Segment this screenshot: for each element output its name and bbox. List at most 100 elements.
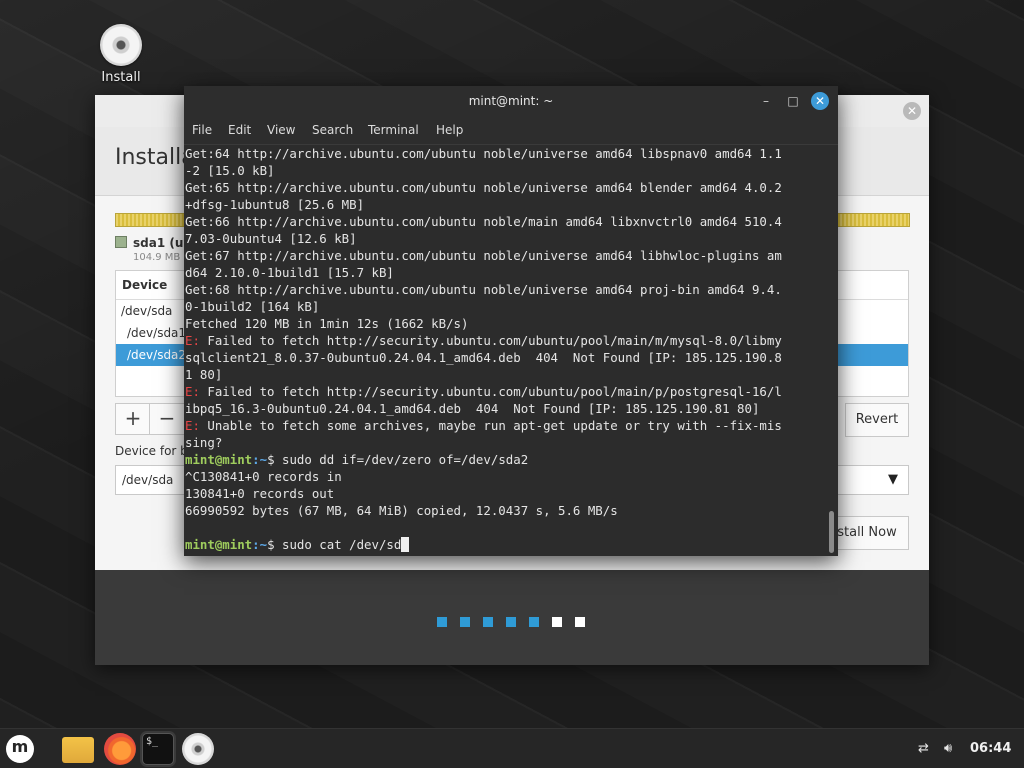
dropdown-caret-icon: ▼ bbox=[888, 472, 898, 487]
terminal-line: Get:64 http://archive.ubuntu.com/ubuntu … bbox=[184, 145, 828, 162]
terminal-line: sing? bbox=[184, 434, 828, 451]
partition-size: 104.9 MB bbox=[133, 252, 181, 263]
terminal-line: 130841+0 records out bbox=[184, 485, 828, 502]
remove-partition-button[interactable]: − bbox=[149, 403, 185, 435]
line-text: ibpq5_16.3-0ubuntu0.24.04.1_amd64.deb 40… bbox=[185, 401, 760, 416]
line-text: ^C130841+0 records in bbox=[185, 469, 342, 484]
terminal-line: -2 [15.0 kB] bbox=[184, 162, 828, 179]
line-text: Get:64 http://archive.ubuntu.com/ubuntu … bbox=[185, 146, 782, 161]
disc-icon bbox=[100, 24, 142, 66]
terminal-icon[interactable]: $_ bbox=[142, 733, 174, 765]
terminal-line: Get:67 http://archive.ubuntu.com/ubuntu … bbox=[184, 247, 828, 264]
terminal-line: Fetched 120 MB in 1min 12s (1662 kB/s) bbox=[184, 315, 828, 332]
line-text: $ sudo dd if=/dev/zero of=/dev/sda2 bbox=[267, 452, 529, 467]
terminal-line: 66990592 bytes (67 MB, 64 MiB) copied, 1… bbox=[184, 502, 828, 519]
line-text: Failed to fetch http://security.ubuntu.c… bbox=[199, 384, 782, 399]
files-icon[interactable] bbox=[62, 737, 94, 763]
terminal-line: Get:66 http://archive.ubuntu.com/ubuntu … bbox=[184, 213, 828, 230]
terminal-titlebar[interactable]: mint@mint: ~ – □ ✕ bbox=[184, 86, 838, 116]
line-text: Get:68 http://archive.ubuntu.com/ubuntu … bbox=[185, 282, 782, 297]
prompt-path: :~ bbox=[252, 537, 268, 552]
volume-icon[interactable]: 🔊︎ bbox=[944, 741, 952, 756]
add-partition-button[interactable]: + bbox=[115, 403, 151, 435]
installer-title: Installa bbox=[115, 145, 195, 170]
line-text: d64 2.10.0-1build1 [15.7 kB] bbox=[185, 265, 394, 280]
terminal-line: E: Unable to fetch some archives, maybe … bbox=[184, 417, 828, 434]
terminal-line: Get:68 http://archive.ubuntu.com/ubuntu … bbox=[184, 281, 828, 298]
line-text: Unable to fetch some archives, maybe run… bbox=[199, 418, 782, 433]
error-prefix: E: bbox=[185, 333, 200, 348]
terminal-line: ^C130841+0 records in bbox=[184, 468, 828, 485]
terminal-line: ibpq5_16.3-0ubuntu0.24.04.1_amd64.deb 40… bbox=[184, 400, 828, 417]
progress-dot bbox=[460, 617, 470, 627]
line-text: -2 [15.0 kB] bbox=[185, 163, 275, 178]
network-icon[interactable]: ⇄ bbox=[918, 741, 929, 756]
terminal-line: 7.03-0ubuntu4 [12.6 kB] bbox=[184, 230, 828, 247]
menu-terminal[interactable]: Terminal bbox=[368, 123, 419, 137]
terminal-scrollbar[interactable] bbox=[829, 511, 834, 553]
partition-legend: sda1 (un 104.9 MB bbox=[115, 236, 192, 263]
terminal-line: mint@mint:~$ sudo dd if=/dev/zero of=/de… bbox=[184, 451, 828, 468]
line-text: Get:67 http://archive.ubuntu.com/ubuntu … bbox=[185, 248, 782, 263]
line-text: Failed to fetch http://security.ubuntu.c… bbox=[199, 333, 782, 348]
progress-dot bbox=[575, 617, 585, 627]
progress-dot bbox=[529, 617, 539, 627]
terminal-line: 0-1build2 [164 kB] bbox=[184, 298, 828, 315]
progress-dot bbox=[506, 617, 516, 627]
installer-footer bbox=[95, 570, 929, 665]
line-text: 130841+0 records out bbox=[185, 486, 335, 501]
taskbar: $_ ⇄ 🔊︎ 06:44 bbox=[0, 728, 1024, 768]
partition-swatch-icon bbox=[115, 236, 127, 248]
terminal-window: mint@mint: ~ – □ ✕ File Edit View Search… bbox=[184, 86, 838, 556]
prompt-path: :~ bbox=[252, 452, 268, 467]
terminal-title: mint@mint: ~ bbox=[468, 94, 554, 108]
line-text: 7.03-0ubuntu4 [12.6 kB] bbox=[185, 231, 357, 246]
terminal-line: mint@mint:~$ sudo cat /dev/sd bbox=[184, 536, 828, 553]
line-text: sqlclient21_8.0.37-0ubuntu0.24.04.1_amd6… bbox=[185, 350, 782, 365]
line-text: 1 80] bbox=[185, 367, 223, 382]
maximize-icon[interactable]: □ bbox=[784, 92, 802, 110]
line-text: Get:66 http://archive.ubuntu.com/ubuntu … bbox=[185, 214, 782, 229]
terminal-line: E: Failed to fetch http://security.ubunt… bbox=[184, 332, 828, 349]
terminal-line: +dfsg-1ubuntu8 [25.6 MB] bbox=[184, 196, 828, 213]
menu-file[interactable]: File bbox=[192, 123, 212, 137]
desktop-install-label: Install bbox=[101, 70, 141, 85]
firefox-icon[interactable] bbox=[104, 733, 136, 765]
progress-dot bbox=[483, 617, 493, 627]
close-icon[interactable]: ✕ bbox=[811, 92, 829, 110]
progress-dots bbox=[437, 612, 598, 627]
prompt-user: mint@mint bbox=[185, 452, 253, 467]
error-prefix: E: bbox=[185, 418, 200, 433]
clock[interactable]: 06:44 bbox=[970, 741, 1011, 756]
line-text: sing? bbox=[185, 435, 223, 450]
revert-button[interactable]: Revert bbox=[845, 403, 909, 437]
terminal-line: sqlclient21_8.0.37-0ubuntu0.24.04.1_amd6… bbox=[184, 349, 828, 366]
mint-menu-icon[interactable] bbox=[6, 735, 34, 763]
terminal-line: 1 80] bbox=[184, 366, 828, 383]
menu-search[interactable]: Search bbox=[312, 123, 353, 137]
terminal-menubar: File Edit View Search Terminal Help bbox=[184, 116, 838, 145]
installer-close-icon[interactable]: ✕ bbox=[903, 102, 921, 120]
text-cursor bbox=[401, 537, 410, 552]
desktop-install-icon[interactable]: Install bbox=[96, 24, 146, 85]
line-text: 66990592 bytes (67 MB, 64 MiB) copied, 1… bbox=[185, 503, 618, 518]
installer-taskbar-icon[interactable] bbox=[182, 733, 214, 765]
terminal-line: Get:65 http://archive.ubuntu.com/ubuntu … bbox=[184, 179, 828, 196]
minimize-icon[interactable]: – bbox=[757, 92, 775, 110]
menu-edit[interactable]: Edit bbox=[228, 123, 251, 137]
boot-loader-label: Device for b bbox=[115, 444, 188, 458]
menu-help[interactable]: Help bbox=[436, 123, 463, 137]
line-text: $ sudo cat /dev/sd bbox=[267, 537, 402, 552]
menu-view[interactable]: View bbox=[267, 123, 295, 137]
line-text: Get:65 http://archive.ubuntu.com/ubuntu … bbox=[185, 180, 782, 195]
prompt-user: mint@mint bbox=[185, 537, 253, 552]
line-text: 0-1build2 [164 kB] bbox=[185, 299, 320, 314]
terminal-output[interactable]: Get:64 http://archive.ubuntu.com/ubuntu … bbox=[184, 145, 828, 555]
terminal-line: d64 2.10.0-1build1 [15.7 kB] bbox=[184, 264, 828, 281]
line-text: Fetched 120 MB in 1min 12s (1662 kB/s) bbox=[185, 316, 469, 331]
boot-loader-value: /dev/sda bbox=[122, 473, 174, 487]
progress-dot bbox=[552, 617, 562, 627]
line-text: +dfsg-1ubuntu8 [25.6 MB] bbox=[185, 197, 365, 212]
terminal-line: E: Failed to fetch http://security.ubunt… bbox=[184, 383, 828, 400]
